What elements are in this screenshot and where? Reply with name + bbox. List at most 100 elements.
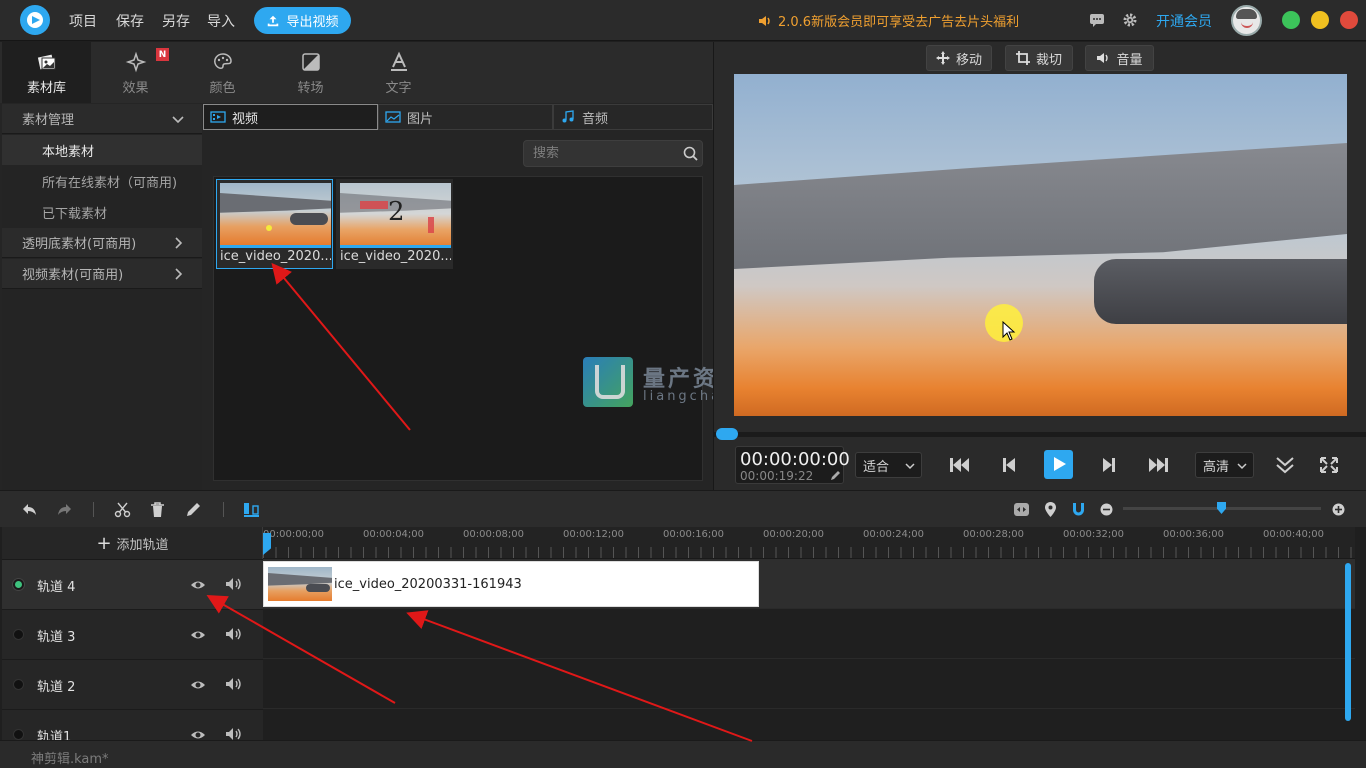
undo-icon[interactable]: [21, 501, 38, 518]
move-button[interactable]: 移动: [926, 45, 992, 71]
track-active-indicator[interactable]: [13, 679, 24, 690]
marker-icon[interactable]: [1042, 501, 1059, 518]
media-item-name: ice_video_2020...: [340, 249, 451, 264]
search-icon[interactable]: [683, 146, 698, 161]
play-button[interactable]: [1044, 450, 1073, 479]
track-active-indicator[interactable]: [13, 729, 24, 740]
skip-to-end-icon[interactable]: [1147, 454, 1171, 476]
crop-button[interactable]: 裁切: [1005, 45, 1073, 71]
redo-icon[interactable]: [56, 501, 73, 518]
move-button-label: 移动: [955, 52, 982, 68]
tree-video-material[interactable]: 视频素材(可商用): [2, 259, 202, 289]
zoom-out-icon[interactable]: [1098, 501, 1115, 518]
tree-local-material[interactable]: 本地素材: [2, 135, 202, 165]
fit-select[interactable]: 适合: [855, 452, 922, 478]
tab-audio[interactable]: 音频: [553, 104, 713, 130]
eye-icon[interactable]: [190, 628, 206, 642]
volume-button-label: 音量: [1116, 52, 1143, 68]
menu-import[interactable]: 导入: [207, 11, 235, 31]
speaker-icon[interactable]: [225, 676, 243, 692]
ruler-tick-label: 00:00:24;00: [863, 529, 925, 540]
avatar[interactable]: [1231, 5, 1262, 36]
film-icon: [210, 111, 226, 123]
track-row[interactable]: 轨道 3: [2, 610, 263, 660]
progress-knob[interactable]: [716, 428, 738, 440]
menu-save[interactable]: 保存: [116, 11, 144, 31]
speaker-icon[interactable]: [225, 626, 243, 642]
gear-icon[interactable]: [1122, 12, 1138, 28]
track-row[interactable]: 轨道 4: [2, 560, 263, 610]
chevron-right-icon: [175, 268, 183, 280]
tree-online-material[interactable]: 所有在线素材（可商用): [2, 166, 202, 196]
fullscreen-icon[interactable]: [1317, 454, 1341, 476]
playback-progress[interactable]: [714, 432, 1366, 437]
sparkle-icon: [125, 51, 146, 73]
speaker-icon[interactable]: [225, 576, 243, 592]
timeline-scrollbar[interactable]: [1345, 563, 1351, 721]
restore-icon[interactable]: [1282, 11, 1300, 29]
video-clip[interactable]: ice_video_20200331-161943: [263, 561, 759, 607]
quality-select[interactable]: 高清: [1195, 452, 1254, 478]
menu-project[interactable]: 项目: [69, 11, 97, 31]
track-lane[interactable]: [263, 659, 1355, 709]
next-frame-icon[interactable]: [1097, 454, 1121, 476]
search-input[interactable]: [523, 140, 703, 167]
ruler-ticks: [263, 547, 1355, 558]
fit-timeline-icon[interactable]: [1013, 501, 1030, 518]
ruler-tick-label: 00:00:12;00: [563, 529, 625, 540]
edit-icon[interactable]: [185, 501, 202, 518]
menu-save-as[interactable]: 另存: [162, 11, 190, 31]
skip-to-start-icon[interactable]: [947, 454, 971, 476]
tree-transparent-material[interactable]: 透明底素材(可商用): [2, 228, 202, 258]
tab-image[interactable]: 图片: [378, 104, 553, 130]
tab-effects[interactable]: 效果 N: [91, 42, 180, 103]
tab-text-label: 文字: [385, 81, 412, 96]
overlay-number: 2: [388, 197, 405, 227]
previous-frame-icon[interactable]: [997, 454, 1021, 476]
delete-icon[interactable]: [149, 501, 166, 518]
speaker-icon: [759, 15, 770, 26]
move-icon: [935, 51, 950, 65]
tab-video[interactable]: 视频: [203, 104, 378, 130]
eye-icon[interactable]: [190, 678, 206, 692]
video-preview[interactable]: [734, 74, 1347, 416]
crop-icon: [1015, 51, 1030, 65]
export-video-button[interactable]: 导出视频: [254, 7, 351, 34]
collapse-down-icon[interactable]: [1273, 454, 1297, 476]
media-item[interactable]: ice_video_2020...: [216, 179, 333, 269]
palette-icon: [213, 53, 232, 69]
add-track-button[interactable]: + 添加轨道: [2, 527, 263, 560]
zoom-in-icon[interactable]: [1330, 501, 1347, 518]
ruler-tick-label: 00:00:20;00: [763, 529, 825, 540]
eye-icon[interactable]: [190, 578, 206, 592]
track-row[interactable]: 轨道 2: [2, 660, 263, 710]
tab-library[interactable]: 素材库: [2, 42, 91, 103]
split-track-icon[interactable]: [243, 501, 260, 518]
promo-banner[interactable]: 2.0.6新版会员即可享受去广告去片头福利: [758, 11, 1019, 30]
tab-transition-label: 转场: [297, 81, 324, 96]
cut-icon[interactable]: [114, 501, 131, 518]
magnet-icon[interactable]: [1070, 501, 1087, 518]
tab-text[interactable]: 文字: [354, 42, 443, 103]
volume-button[interactable]: 音量: [1085, 45, 1154, 71]
media-item[interactable]: 2 ice_video_2020...: [336, 179, 453, 269]
open-vip-link[interactable]: 开通会员: [1156, 11, 1212, 31]
chevron-down-icon: [172, 116, 184, 124]
minimize-icon[interactable]: [1311, 11, 1329, 29]
crop-button-label: 裁切: [1035, 52, 1062, 68]
quality-select-value: 高清: [1203, 459, 1230, 475]
edit-time-icon[interactable]: [830, 470, 841, 481]
close-icon[interactable]: [1340, 11, 1358, 29]
add-track-label: 添加轨道: [116, 537, 169, 553]
tree-downloaded-material[interactable]: 已下载素材: [2, 197, 202, 227]
track-lane[interactable]: [263, 609, 1355, 659]
tab-color[interactable]: 颜色: [178, 42, 267, 103]
tree-material-management[interactable]: 素材管理: [2, 104, 202, 134]
chevron-down-icon: [1237, 463, 1247, 470]
tab-transition[interactable]: 转场: [266, 42, 355, 103]
chat-icon[interactable]: [1089, 12, 1105, 28]
track-active-indicator[interactable]: [13, 579, 24, 590]
project-file-name: 神剪辑.kam*: [31, 752, 109, 767]
track-active-indicator[interactable]: [13, 629, 24, 640]
time-ruler[interactable]: 00:00:00;00 00:00:04;00 00:00:08;00 00:0…: [263, 527, 1355, 559]
